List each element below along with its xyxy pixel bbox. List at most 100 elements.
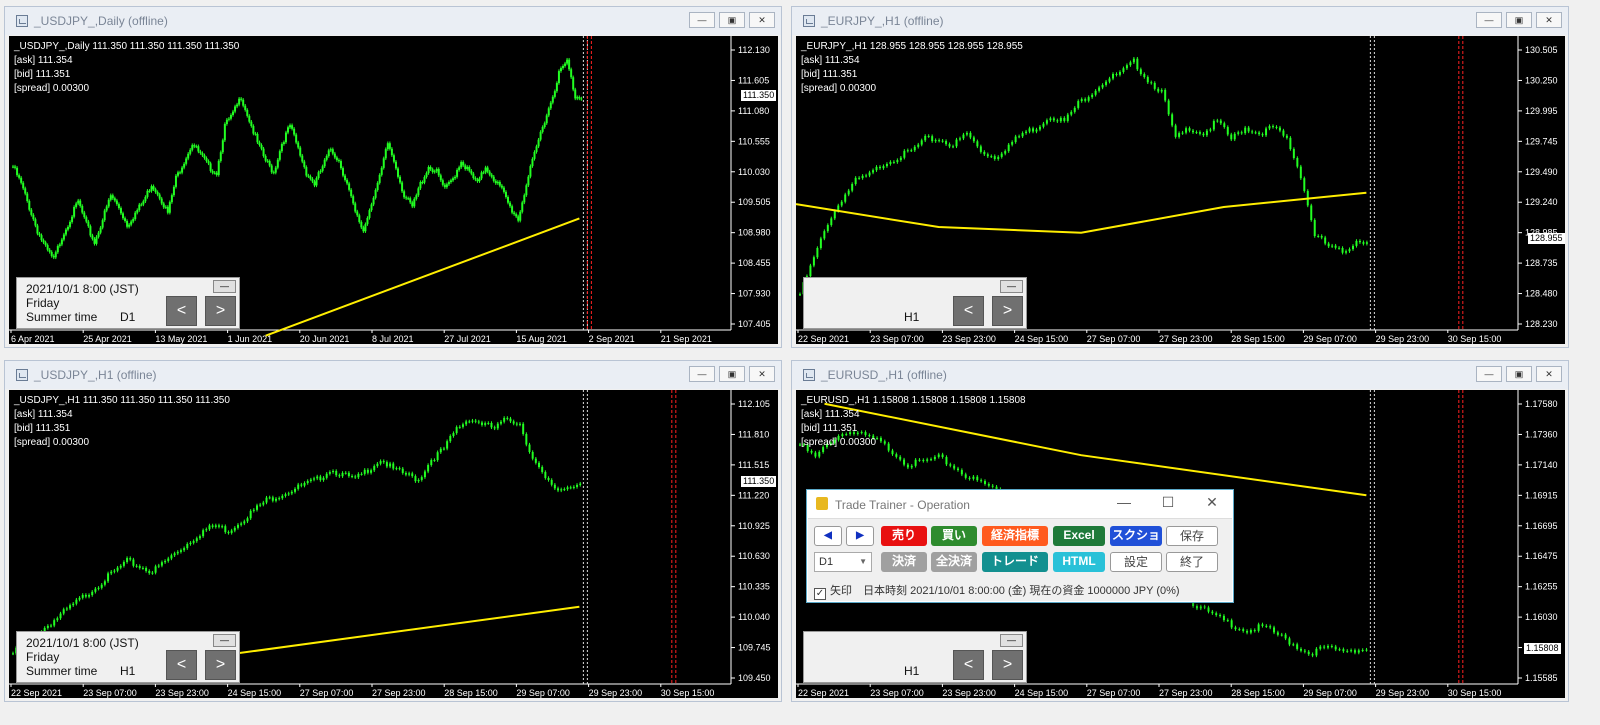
candle-body (179, 172, 182, 174)
candle-body (319, 476, 322, 481)
sell-button[interactable]: 売り (881, 526, 927, 546)
candle-body (937, 454, 940, 457)
chart-window-usdjpy-daily[interactable]: _USDJPY_,Daily (offline) — ▣ ✕ 112.130 11… (4, 6, 782, 348)
screenshot-button[interactable]: スクショ (1110, 526, 1162, 546)
window-titlebar[interactable]: _USDJPY_,Daily (offline) — ▣ ✕ (5, 7, 781, 35)
chart-area[interactable]: 130.505 130.250 129.995 129.745 129.490 129.2… (796, 36, 1565, 344)
candle-body (59, 613, 62, 619)
close-button[interactable]: ✕ (749, 12, 775, 28)
candle-body (1021, 133, 1024, 137)
panel-minimize-button[interactable]: — (1000, 634, 1023, 647)
y-tick-label: 109.450 (738, 673, 771, 683)
candle-body (1303, 178, 1306, 191)
prev-bar-button[interactable]: < (953, 650, 984, 680)
candle-body (362, 227, 365, 232)
arrow-checkbox-label: 矢印 (830, 585, 852, 597)
candle-body (388, 143, 391, 149)
save-button[interactable]: 保存 (1166, 526, 1218, 546)
economic-indicators-button[interactable]: 経済指標 (982, 526, 1048, 546)
candle-body (215, 172, 218, 175)
minimize-button[interactable]: — (689, 366, 715, 382)
excel-button[interactable]: Excel (1053, 526, 1105, 546)
candle-body (260, 144, 263, 149)
candle-body (819, 238, 822, 249)
candle-body (486, 167, 489, 172)
candle-body (1084, 99, 1087, 101)
candle-body (224, 526, 227, 533)
y-tick-label: 1.16255 (1525, 582, 1558, 592)
candle-body (323, 159, 326, 167)
panel-minimize-button[interactable]: — (1000, 280, 1023, 293)
candle-body (569, 487, 572, 489)
y-tick-label: 111.605 (738, 75, 769, 85)
next-arrow-button[interactable]: ▶ (846, 526, 874, 546)
prev-bar-button[interactable]: < (166, 650, 197, 680)
chart-area[interactable]: 112.105 111.810 111.515 111.220 110.925 110.6… (9, 390, 778, 698)
buy-button[interactable]: 買い (931, 526, 977, 546)
candle-body (316, 476, 319, 479)
panel-minimize-button[interactable]: — (213, 280, 236, 293)
candle-body (945, 457, 948, 465)
maximize-button[interactable]: ▣ (719, 12, 745, 28)
maximize-button[interactable]: ▣ (719, 366, 745, 382)
info-timeframe: H1 (120, 664, 136, 678)
close-button[interactable]: ✕ (1536, 366, 1562, 382)
minimize-button[interactable]: — (1476, 12, 1502, 28)
maximize-button[interactable]: ▣ (1506, 12, 1532, 28)
minimize-button[interactable]: — (689, 12, 715, 28)
trade-trainer-dialog[interactable]: Trade Trainer - Operation — ☐ ✕ ◀ ▶ 売り 買… (806, 489, 1234, 603)
window-titlebar[interactable]: _EURJPY_,H1 (offline) — ▣ ✕ (792, 7, 1568, 35)
y-tick-label: 108.455 (738, 258, 771, 268)
html-button[interactable]: HTML (1053, 552, 1105, 572)
candle-body (423, 471, 426, 478)
candle-body (105, 206, 108, 211)
next-bar-button[interactable]: > (205, 650, 236, 680)
candle-body (1222, 615, 1225, 621)
chart-area[interactable]: 112.130 111.605 111.080 110.555 110.030 109.5… (9, 36, 778, 344)
prev-bar-button[interactable]: < (953, 296, 984, 326)
prev-bar-button[interactable]: < (166, 296, 197, 326)
candle-body (126, 220, 129, 227)
candle-body (498, 181, 501, 186)
panel-minimize-button[interactable]: — (213, 634, 236, 647)
dialog-minimize-button[interactable]: — (1109, 494, 1139, 510)
candle-body (1300, 648, 1303, 651)
next-bar-button[interactable]: > (205, 296, 236, 326)
candle-body (60, 239, 63, 245)
dialog-close-button[interactable]: ✕ (1197, 494, 1227, 511)
window-titlebar[interactable]: _USDJPY_,H1 (offline) — ▣ ✕ (5, 361, 781, 389)
close-button[interactable]: ✕ (749, 366, 775, 382)
candle-body (534, 458, 537, 463)
minimize-button[interactable]: — (1476, 366, 1502, 382)
candle-body (493, 427, 496, 429)
y-tick-label: 110.335 (738, 582, 770, 592)
chart-window-eurjpy-h1[interactable]: _EURJPY_,H1 (offline) — ▣ ✕ 130.505 130.2… (791, 6, 1569, 348)
candle-body (191, 145, 194, 150)
close-button[interactable]: ✕ (1536, 12, 1562, 28)
candle-body (529, 166, 532, 177)
timeframe-select[interactable]: D1 ▼ (814, 552, 872, 572)
next-bar-button[interactable]: > (992, 296, 1023, 326)
window-titlebar[interactable]: _EURUSD_,H1 (offline) — ▣ ✕ (792, 361, 1568, 389)
settings-button[interactable]: 設定 (1110, 552, 1162, 572)
candle-body (454, 176, 457, 179)
candle-body (896, 160, 899, 163)
next-bar-button[interactable]: > (992, 650, 1023, 680)
candle-body (563, 489, 566, 491)
dialog-titlebar[interactable]: Trade Trainer - Operation — ☐ ✕ (807, 490, 1233, 518)
arrow-checkbox[interactable]: ✓ (814, 588, 826, 600)
close-all-button[interactable]: 全決済 (931, 552, 977, 572)
candle-body (305, 167, 308, 176)
maximize-button[interactable]: ▣ (1506, 366, 1532, 382)
trade-button[interactable]: トレード (982, 552, 1048, 572)
chart-window-usdjpy-h1[interactable]: _USDJPY_,H1 (offline) — ▣ ✕ 112.105 111.8… (4, 360, 782, 702)
candle-body (492, 176, 495, 181)
prev-arrow-button[interactable]: ◀ (814, 526, 842, 546)
candle-body (972, 476, 975, 479)
close-position-button[interactable]: 決済 (881, 552, 927, 572)
candle-body (271, 497, 274, 501)
candle-body (1094, 90, 1097, 95)
dialog-maximize-button[interactable]: ☐ (1153, 494, 1183, 511)
exit-button[interactable]: 終了 (1166, 552, 1218, 572)
candle-body (964, 474, 967, 478)
